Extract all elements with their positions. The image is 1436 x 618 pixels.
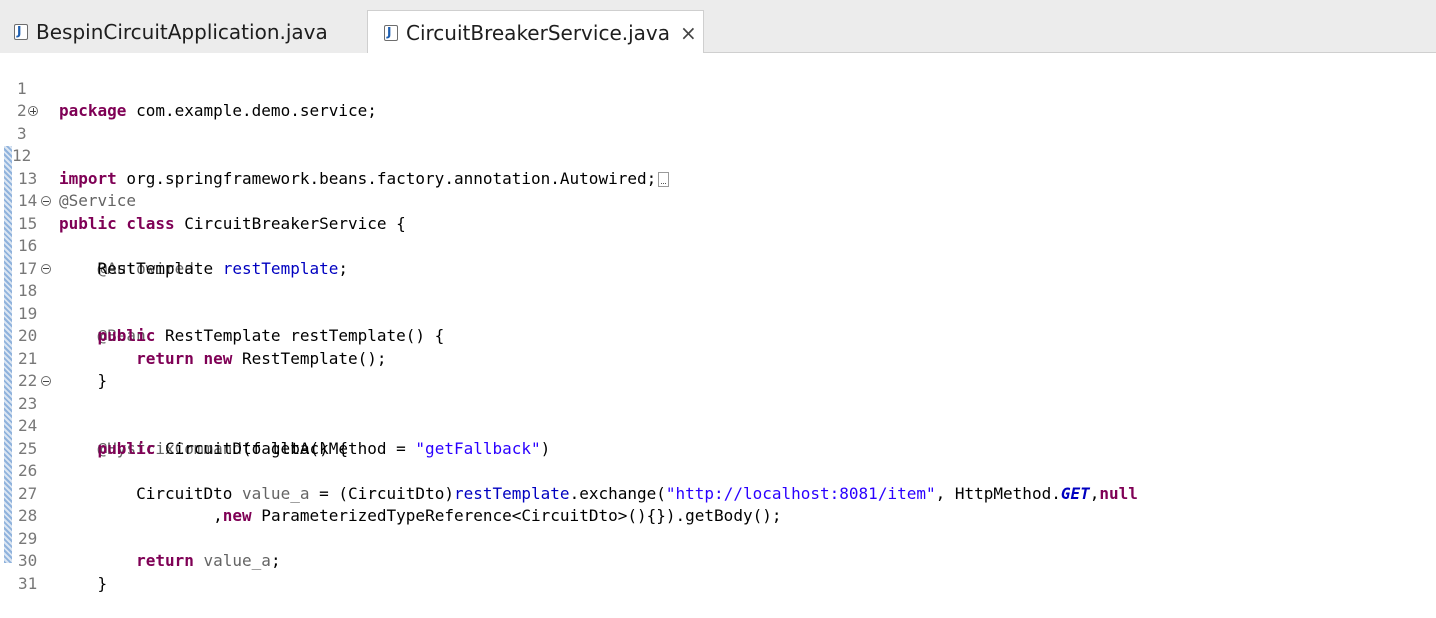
code-line: 30 } <box>0 528 1436 593</box>
code-line: 24 public CircuitDto getA() { <box>0 393 1436 458</box>
close-icon[interactable]: × <box>680 21 697 45</box>
java-file-icon <box>14 23 28 40</box>
code-line: 28 <box>0 483 1436 525</box>
editor-tab-bar: BespinCircuitApplication.java CircuitBre… <box>0 0 1436 54</box>
code-line: 20 return new RestTemplate(); <box>0 303 1436 368</box>
code-line: 2 <box>0 78 1436 120</box>
code-line: 29 return value_a; <box>0 505 1436 571</box>
code-line: 18 @Bean <box>0 258 1436 345</box>
code-line: 17 <box>0 235 1436 278</box>
code-line: 1 package com.example.demo.service; <box>0 55 1436 121</box>
code-line: 25 <box>0 415 1436 458</box>
code-line: 26 CircuitDto value_a = (CircuitDto)rest… <box>0 438 1436 503</box>
code-line: 27 ,new ParameterizedTypeReference<Circu… <box>0 460 1436 526</box>
code-line: 19 public RestTemplate restTemplate() { <box>0 280 1436 346</box>
collapse-fold-icon[interactable] <box>41 263 51 274</box>
code-line: 12 <box>0 123 1436 165</box>
code-line: 31 <box>0 550 1436 593</box>
expand-fold-icon[interactable] <box>28 106 38 116</box>
code-line: 14 public class CircuitBreakerService { <box>0 168 1436 233</box>
code-line: 13 @Service <box>0 145 1436 211</box>
code-line: 3 import org.springframework.beans.facto… <box>0 100 1436 188</box>
tab-bespin-circuit-application[interactable]: BespinCircuitApplication.java <box>0 10 367 53</box>
code-line: 22 <box>0 348 1436 390</box>
tab-label: BespinCircuitApplication.java <box>36 19 328 44</box>
code-line: 21 } <box>0 325 1436 391</box>
collapse-fold-icon[interactable] <box>41 376 51 386</box>
tab-circuit-breaker-service[interactable]: CircuitBreakerService.java × <box>367 10 704 54</box>
collapse-fold-icon[interactable] <box>41 196 51 206</box>
code-editor[interactable]: 1 package com.example.demo.service; 2 3 … <box>0 53 1436 593</box>
code-line: 16 RestTemplate restTemplate; <box>0 213 1436 278</box>
tab-label: CircuitBreakerService.java <box>406 20 671 45</box>
code-line: 15 @Autowired <box>0 190 1436 278</box>
line-number: 31 <box>18 573 38 593</box>
java-file-icon <box>384 24 398 41</box>
code-text: } <box>59 573 108 593</box>
code-line: 23 @HystrixCommand(fallbackMethod = "get… <box>0 370 1436 458</box>
